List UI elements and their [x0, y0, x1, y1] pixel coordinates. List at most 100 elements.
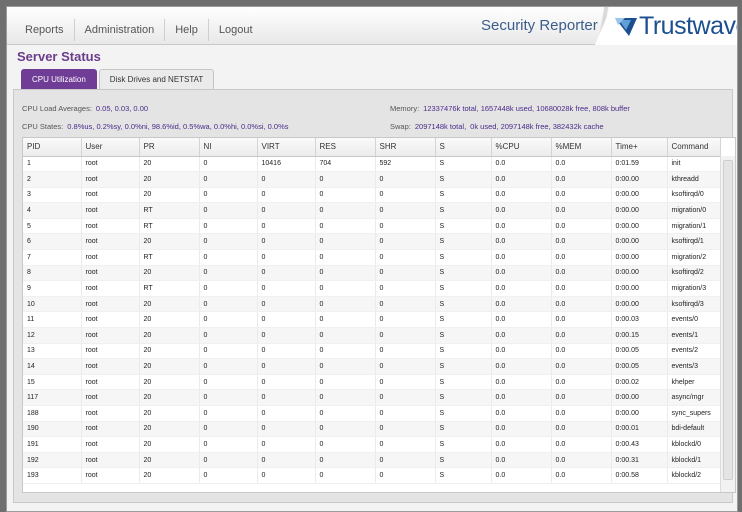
table-cell: root	[81, 374, 140, 391]
table-cell: 20	[139, 358, 200, 375]
trustwave-logo-icon	[615, 17, 637, 36]
table-cell: 8	[23, 265, 82, 282]
table-cell: 0	[257, 280, 316, 297]
table-cell: 188	[23, 405, 82, 422]
table-cell: 0.0	[491, 421, 552, 438]
tab-disk-drives-netstat[interactable]: Disk Drives and NETSTAT	[98, 69, 215, 89]
tab-cpu-utilization[interactable]: CPU Utilization	[21, 69, 97, 89]
table-cell: 0	[375, 421, 436, 438]
table-cell: 0	[315, 265, 376, 282]
table-cell: S	[435, 421, 492, 438]
table-cell: 0.0	[551, 187, 612, 204]
table-row[interactable]: 1 root 20 0 10416 704 592 S 0.0 0.0 0:01.59 init	[23, 156, 721, 173]
table-cell: 0.0	[551, 171, 612, 188]
table-row[interactable]: 12 root 20 0 0 0 0 S 0.0 0.0 0:00.15 events/1	[23, 327, 721, 344]
process-table: PID User PR NI VIRT RES SHR S %CPU %MEM Time+ Comma…	[23, 138, 721, 484]
column-header-mem[interactable]: %MEM	[551, 138, 612, 157]
table-row[interactable]: 14 root 20 0 0 0 0 S 0.0 0.0 0:00.05 events/3	[23, 358, 721, 375]
column-header-pr[interactable]: PR	[139, 138, 200, 157]
table-cell: 0:00.00	[611, 389, 668, 406]
column-header-virt[interactable]: VIRT	[257, 138, 316, 157]
table-cell: S	[435, 202, 492, 219]
table-row[interactable]: 193 root 20 0 0 0 0 S 0.0 0.0 0:00.58 kblockd/2	[23, 467, 721, 484]
page-title: Server Status	[17, 49, 101, 64]
table-cell: root	[81, 421, 140, 438]
nav-administration[interactable]: Administration	[75, 23, 165, 37]
table-cell: 0	[315, 187, 376, 204]
table-cell: 0:00.05	[611, 343, 668, 360]
table-cell: 20	[139, 374, 200, 391]
table-row[interactable]: 4 root RT 0 0 0 0 S 0.0 0.0 0:00.00 migration/0	[23, 202, 721, 219]
scrollbar-thumb[interactable]	[723, 160, 733, 480]
table-cell: 0.0	[491, 218, 552, 235]
table-cell: migration/0	[667, 202, 721, 219]
table-cell: 0.0	[551, 202, 612, 219]
table-row[interactable]: 188 root 20 0 0 0 0 S 0.0 0.0 0:00.00 sync_supers	[23, 405, 721, 422]
memory-value: 12337476k total, 1657448k used, 10680028…	[423, 104, 630, 113]
table-scrollbar[interactable]	[720, 156, 735, 492]
nav-help[interactable]: Help	[165, 23, 208, 37]
table-cell: 0	[375, 374, 436, 391]
table-cell: 0	[199, 280, 258, 297]
table-row[interactable]: 8 root 20 0 0 0 0 S 0.0 0.0 0:00.00 ksoftirqd/2	[23, 265, 721, 282]
table-cell: kthreadd	[667, 171, 721, 188]
table-cell: ksoftirqd/1	[667, 233, 721, 251]
table-cell: RT	[139, 249, 200, 266]
table-row[interactable]: 192 root 20 0 0 0 0 S 0.0 0.0 0:00.31 kblockd/1	[23, 452, 721, 469]
table-row[interactable]: 15 root 20 0 0 0 0 S 0.0 0.0 0:00.02 khelper	[23, 374, 721, 391]
cpu-states-label: CPU States:	[22, 122, 64, 131]
table-row[interactable]: 13 root 20 0 0 0 0 S 0.0 0.0 0:00.05 events/2	[23, 343, 721, 360]
table-row[interactable]: 190 root 20 0 0 0 0 S 0.0 0.0 0:00.01 bdi-default	[23, 421, 721, 438]
column-header-s[interactable]: S	[435, 138, 492, 157]
table-cell: 20	[139, 311, 200, 329]
table-cell: 0	[375, 233, 436, 251]
column-header-shr[interactable]: SHR	[375, 138, 436, 157]
column-header-cpu[interactable]: %CPU	[491, 138, 552, 157]
table-row[interactable]: 5 root RT 0 0 0 0 S 0.0 0.0 0:00.00 migration/1	[23, 218, 721, 235]
table-cell: init	[667, 156, 721, 173]
nav-reports[interactable]: Reports	[15, 23, 74, 37]
cpu-states-value: 0.8%us, 0.2%sy, 0.0%ni, 98.6%id, 0.5%wa,…	[67, 122, 289, 131]
table-row[interactable]: 7 root RT 0 0 0 0 S 0.0 0.0 0:00.00 migration/2	[23, 249, 721, 266]
table-cell: 0.0	[491, 311, 552, 329]
process-table-container: PID User PR NI VIRT RES SHR S %CPU %MEM Time+ Comma…	[22, 137, 736, 493]
table-row[interactable]: 10 root 20 0 0 0 0 S 0.0 0.0 0:00.00 ksoftirqd/3	[23, 296, 721, 313]
memory-stat: Memory: 12337476k total, 1657448k used, 1…	[390, 104, 630, 113]
column-header-time[interactable]: Time+	[611, 138, 668, 157]
table-cell: 4	[23, 202, 82, 219]
table-cell: 0.0	[551, 249, 612, 266]
table-cell: 0	[199, 296, 258, 313]
brand-area: Trustwave ®	[595, 7, 737, 45]
table-cell: 0:00.01	[611, 421, 668, 438]
table-row[interactable]: 191 root 20 0 0 0 0 S 0.0 0.0 0:00.43 kblockd/0	[23, 436, 721, 453]
table-row[interactable]: 9 root RT 0 0 0 0 S 0.0 0.0 0:00.00 migration/3	[23, 280, 721, 297]
table-cell: S	[435, 233, 492, 251]
table-cell: 0	[199, 389, 258, 406]
table-row[interactable]: 2 root 20 0 0 0 0 S 0.0 0.0 0:00.00 kthreadd	[23, 171, 721, 188]
table-row[interactable]: 11 root 20 0 0 0 0 S 0.0 0.0 0:00.03 events/0	[23, 311, 721, 329]
table-cell: S	[435, 343, 492, 360]
column-header-res[interactable]: RES	[315, 138, 376, 157]
table-cell: 0	[257, 452, 316, 469]
table-cell: 20	[139, 343, 200, 360]
table-row[interactable]: 6 root 20 0 0 0 0 S 0.0 0.0 0:00.00 ksoftirqd/1	[23, 233, 721, 251]
column-header-ni[interactable]: NI	[199, 138, 258, 157]
table-cell: 0.0	[491, 389, 552, 406]
table-cell: RT	[139, 280, 200, 297]
table-cell: 592	[375, 156, 436, 173]
table-cell: 0:00.31	[611, 452, 668, 469]
table-cell: 0:00.05	[611, 358, 668, 375]
table-cell: 0:00.15	[611, 327, 668, 344]
table-cell: 20	[139, 156, 200, 173]
column-header-command[interactable]: Command	[667, 138, 721, 157]
nav-logout[interactable]: Logout	[209, 23, 263, 37]
table-cell: migration/1	[667, 218, 721, 235]
table-cell: root	[81, 296, 140, 313]
table-row[interactable]: 3 root 20 0 0 0 0 S 0.0 0.0 0:00.00 ksoftirqd/0	[23, 187, 721, 204]
table-cell: 0	[257, 311, 316, 329]
table-cell: S	[435, 436, 492, 453]
table-cell: root	[81, 358, 140, 375]
column-header-user[interactable]: User	[81, 138, 140, 157]
table-row[interactable]: 117 root 20 0 0 0 0 S 0.0 0.0 0:00.00 async/mgr	[23, 389, 721, 406]
column-header-pid[interactable]: PID	[23, 138, 82, 157]
